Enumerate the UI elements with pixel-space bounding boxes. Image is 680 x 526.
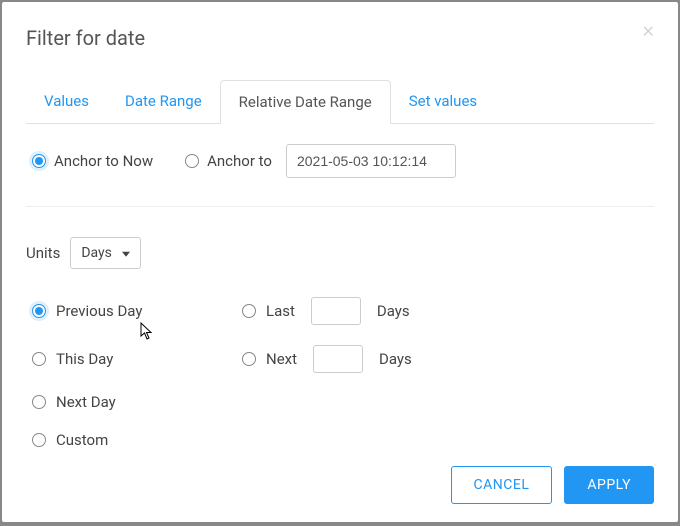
- opt-this-day: This Day: [32, 345, 242, 373]
- cancel-button[interactable]: CANCEL: [451, 466, 553, 504]
- label-last-prefix: Last: [266, 302, 295, 320]
- label-next-day: Next Day: [56, 393, 116, 411]
- radio-next-n[interactable]: [242, 352, 256, 366]
- radio-anchor-to[interactable]: [185, 154, 199, 168]
- radio-custom[interactable]: [32, 433, 46, 447]
- radio-next-day[interactable]: [32, 395, 46, 409]
- tab-date-range[interactable]: Date Range: [107, 80, 220, 123]
- input-last-n[interactable]: [311, 297, 361, 325]
- opt-previous-day: Previous Day: [32, 297, 242, 325]
- radio-previous-day[interactable]: [32, 304, 46, 318]
- units-label: Units: [26, 244, 60, 262]
- radio-anchor-now[interactable]: [32, 154, 46, 168]
- anchor-now-label: Anchor to Now: [54, 152, 153, 170]
- opt-last-n: Last Days: [242, 297, 522, 325]
- apply-button[interactable]: APPLY: [564, 466, 654, 504]
- close-icon[interactable]: ×: [642, 20, 654, 42]
- anchor-to-label: Anchor to: [207, 152, 272, 170]
- label-next-suffix: Days: [379, 350, 412, 368]
- label-last-suffix: Days: [377, 302, 410, 320]
- modal-body: Values Date Range Relative Date Range Se…: [2, 60, 678, 450]
- radio-this-day[interactable]: [32, 352, 46, 366]
- opt-custom: Custom: [32, 431, 242, 449]
- label-previous-day: Previous Day: [56, 302, 142, 320]
- units-select[interactable]: Days: [70, 237, 141, 269]
- opt-next-n: Next Days: [242, 345, 522, 373]
- tab-values[interactable]: Values: [26, 80, 107, 123]
- units-selected: Days: [81, 245, 112, 261]
- modal-title: Filter for date: [26, 26, 145, 50]
- anchor-row: Anchor to Now Anchor to: [26, 124, 654, 207]
- tab-relative-date-range[interactable]: Relative Date Range: [220, 80, 391, 124]
- tab-set-values[interactable]: Set values: [391, 80, 495, 123]
- anchor-datetime-input[interactable]: [286, 144, 456, 178]
- modal-header: Filter for date ×: [2, 2, 678, 60]
- tabs: Values Date Range Relative Date Range Se…: [26, 80, 654, 124]
- units-row: Units Days: [26, 207, 654, 289]
- modal-footer: CANCEL APPLY: [2, 450, 678, 522]
- radio-last-n[interactable]: [242, 304, 256, 318]
- label-this-day: This Day: [56, 350, 113, 368]
- filter-date-modal: Filter for date × Values Date Range Rela…: [2, 2, 678, 522]
- label-next-prefix: Next: [266, 350, 297, 368]
- label-custom: Custom: [56, 431, 108, 449]
- input-next-n[interactable]: [313, 345, 363, 373]
- options-grid: Previous Day Last Days This Day Next Day…: [26, 289, 654, 450]
- opt-next-day: Next Day: [32, 393, 242, 411]
